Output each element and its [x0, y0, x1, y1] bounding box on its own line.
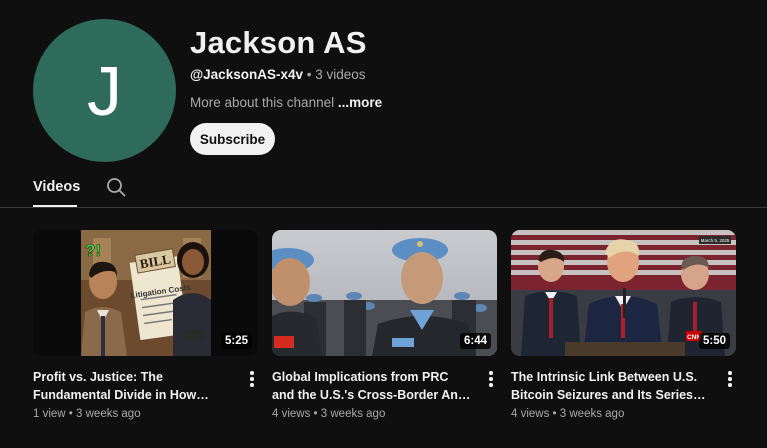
channel-meta: @JacksonAS-x4v • 3 videos — [190, 67, 366, 82]
video-thumbnail[interactable]: March 5, 2025 CNN 5:50 — [511, 230, 736, 356]
about-text: More about this channel — [190, 95, 338, 110]
video-title[interactable]: Profit vs. Justice: The Fundamental Divi… — [33, 368, 233, 404]
view-count: 1 view — [33, 408, 66, 420]
video-card[interactable]: March 5, 2025 CNN 5:50 The Intrinsic Lin… — [511, 230, 736, 420]
video-card[interactable]: BILL Litigation Costs ?! 5:25 Profit vs.… — [33, 230, 258, 420]
more-actions-icon[interactable] — [724, 370, 736, 387]
view-count: 4 views — [511, 408, 550, 420]
video-title[interactable]: The Intrinsic Link Between U.S. Bitcoin … — [511, 368, 711, 404]
video-thumbnail[interactable]: 6:44 — [272, 230, 497, 356]
video-count: 3 videos — [315, 67, 366, 82]
video-thumbnail[interactable]: BILL Litigation Costs ?! 5:25 — [33, 230, 258, 356]
more-actions-icon[interactable] — [485, 370, 497, 387]
meta-separator: • — [65, 408, 77, 420]
meta-separator: • — [549, 408, 560, 420]
meta-separator: • — [302, 67, 316, 82]
channel-about-link[interactable]: More about this channel ...more — [190, 95, 382, 110]
channel-name: Jackson AS — [190, 25, 367, 60]
video-duration: 5:25 — [220, 333, 252, 349]
thumb-marks-text: ?! — [85, 241, 101, 260]
search-icon[interactable] — [105, 176, 127, 198]
meta-separator: • — [310, 408, 321, 420]
video-duration: 6:44 — [459, 333, 491, 349]
channel-avatar[interactable]: J — [33, 19, 176, 162]
upload-age: 3 weeks ago — [320, 408, 386, 420]
view-count: 4 views — [272, 408, 311, 420]
upload-age: 3 weeks ago — [559, 408, 625, 420]
thumb-date-text: March 5, 2025 — [701, 238, 730, 243]
avatar-letter: J — [87, 51, 122, 130]
channel-handle: @JacksonAS-x4v — [190, 67, 303, 82]
video-title[interactable]: Global Implications from PRC and the U.S… — [272, 368, 472, 404]
more-actions-icon[interactable] — [246, 370, 258, 387]
more-link[interactable]: ...more — [338, 95, 382, 110]
tab-videos[interactable]: Videos — [33, 179, 80, 195]
tabs-divider — [0, 207, 767, 208]
video-meta: 4 views • 3 weeks ago — [272, 408, 385, 420]
upload-age: 3 weeks ago — [76, 408, 141, 420]
video-meta: 4 views • 3 weeks ago — [511, 408, 624, 420]
video-duration: 5:50 — [698, 333, 730, 349]
video-meta: 1 view • 3 weeks ago — [33, 408, 141, 420]
video-card[interactable]: 6:44 Global Implications from PRC and th… — [272, 230, 497, 420]
subscribe-button[interactable]: Subscribe — [190, 123, 275, 155]
